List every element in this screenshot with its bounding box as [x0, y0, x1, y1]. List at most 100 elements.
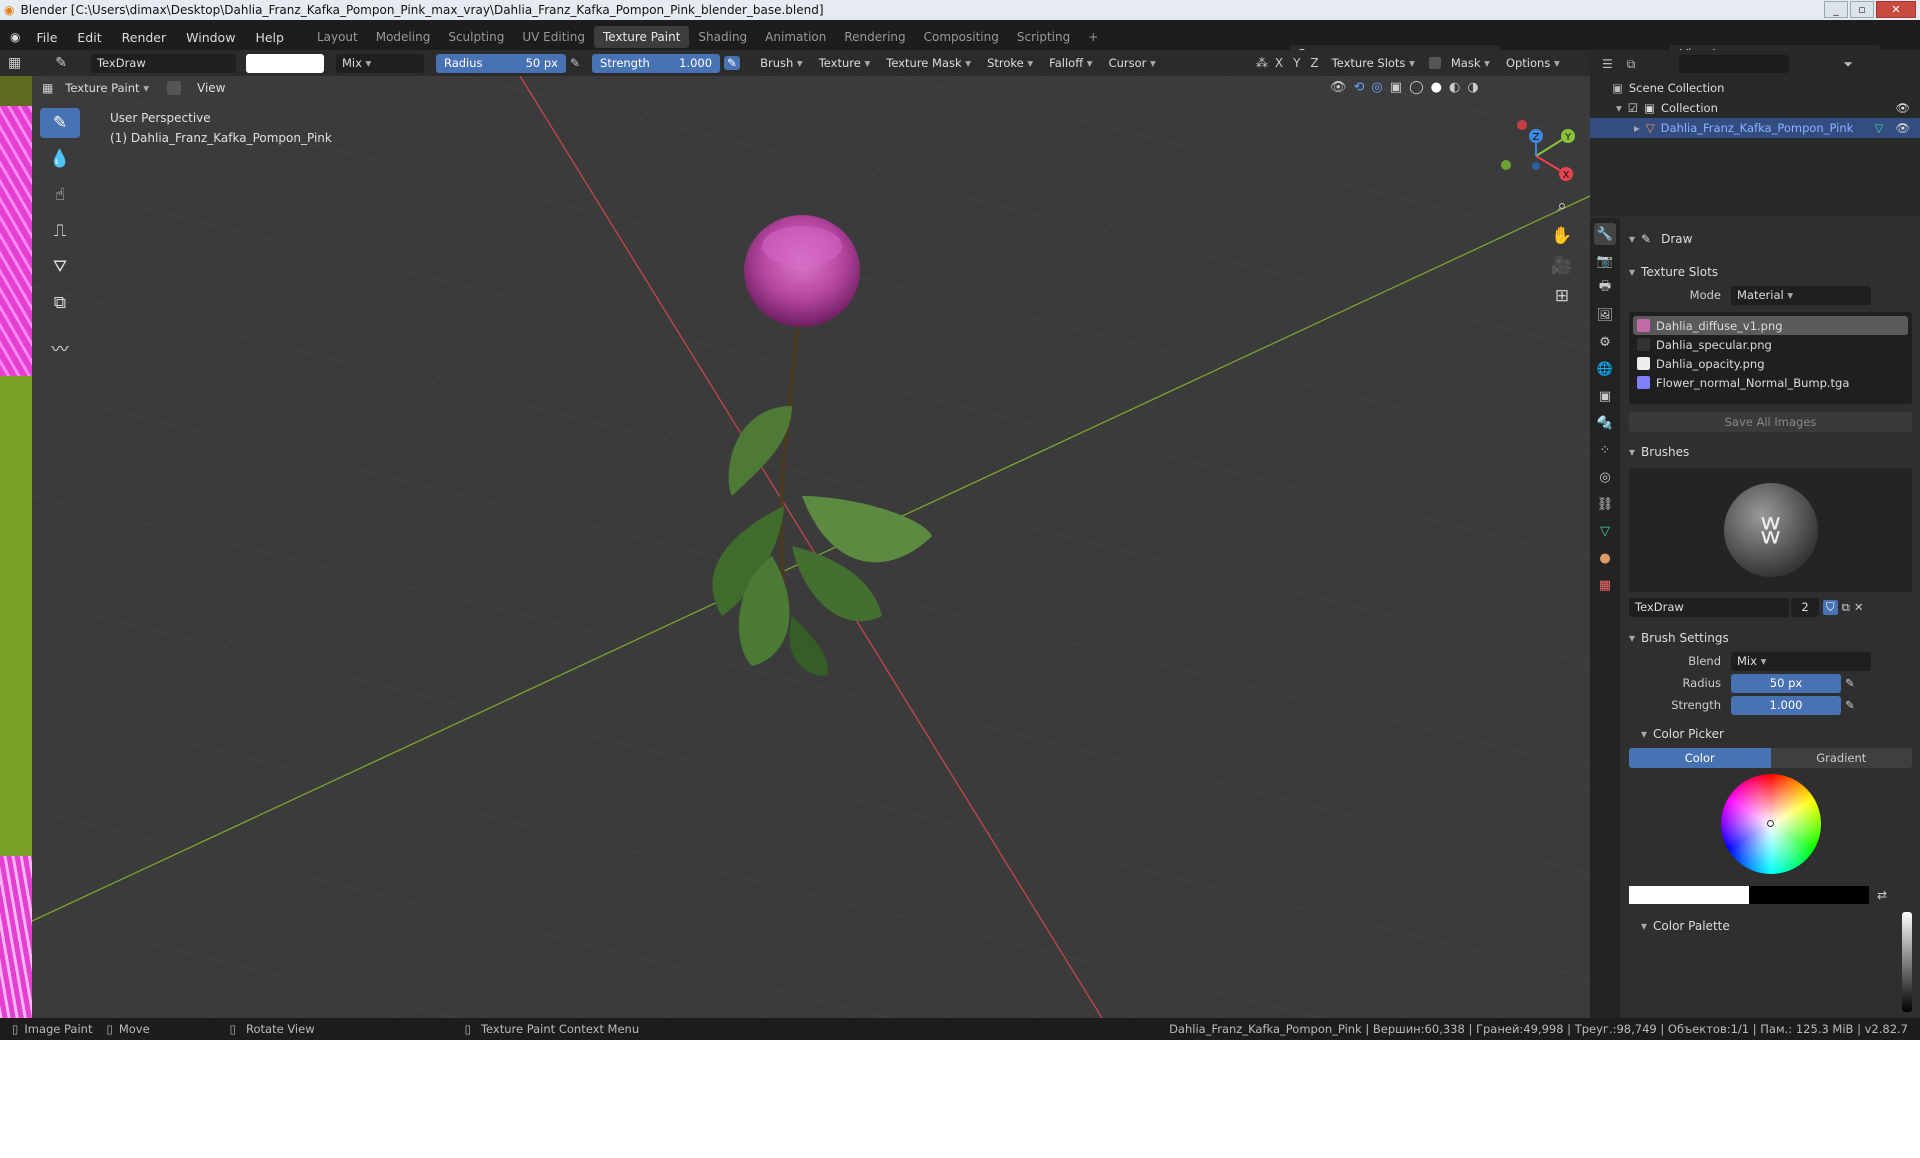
object-tab-icon[interactable]: ▣: [1594, 385, 1616, 407]
texture-paint-toggle[interactable]: [167, 81, 181, 95]
filter-icon[interactable]: ⏷: [1843, 57, 1853, 72]
editor-type-icon[interactable]: ▦: [8, 55, 21, 71]
strength-slider[interactable]: 1.000: [1731, 695, 1841, 715]
tab-compositing[interactable]: Compositing: [915, 26, 1008, 48]
secondary-color-swatch[interactable]: [1749, 886, 1869, 904]
primary-color-swatch[interactable]: [1629, 886, 1749, 904]
color-palette-section[interactable]: Color Palette: [1621, 914, 1920, 938]
stroke-menu[interactable]: Stroke: [981, 54, 1039, 73]
outliner-row-scene-collection[interactable]: ▣ Scene Collection: [1590, 78, 1920, 98]
tab-rendering[interactable]: Rendering: [835, 26, 914, 48]
physics-tab-icon[interactable]: ◎: [1594, 466, 1616, 488]
list-item[interactable]: Dahlia_specular.png: [1633, 335, 1908, 354]
color-wheel[interactable]: [1720, 774, 1821, 874]
xray-toggle-icon[interactable]: ▣: [1390, 80, 1402, 95]
menu-edit[interactable]: Edit: [67, 30, 111, 45]
view-menu[interactable]: View: [197, 81, 225, 95]
strength-pressure-icon[interactable]: ✎: [1845, 698, 1855, 712]
unlink-brush-icon[interactable]: ✕: [1854, 600, 1864, 614]
camera-view-icon[interactable]: 🎥: [1549, 253, 1575, 279]
particles-tab-icon[interactable]: ⁘: [1594, 439, 1616, 461]
mode-dropdown[interactable]: Material: [1731, 285, 1871, 305]
value-slider[interactable]: [1902, 912, 1912, 1012]
brush-menu[interactable]: Brush: [754, 54, 809, 73]
tab-shading[interactable]: Shading: [689, 26, 756, 48]
color-picker-section[interactable]: Color Picker: [1621, 722, 1920, 746]
expand-chevron-icon[interactable]: ▾: [1616, 101, 1622, 115]
tab-uv-editing[interactable]: UV Editing: [513, 26, 594, 48]
shading-wireframe-icon[interactable]: ◯: [1409, 80, 1424, 95]
duplicate-brush-icon[interactable]: ⧉: [1842, 600, 1850, 615]
outliner-search-input[interactable]: [1679, 55, 1790, 73]
texture-mask-menu[interactable]: Texture Mask: [880, 54, 977, 73]
collection-visibility-icon[interactable]: 👁: [1895, 101, 1910, 115]
tab-color[interactable]: Color: [1629, 748, 1771, 768]
pan-hand-icon[interactable]: ✋: [1549, 223, 1575, 249]
blend-dropdown[interactable]: Mix: [1731, 651, 1871, 671]
blend-dropdown[interactable]: Mix: [335, 53, 424, 73]
add-workspace-button[interactable]: +: [1079, 26, 1107, 48]
brush-icon[interactable]: ✎: [55, 55, 67, 71]
strength-pressure-icon[interactable]: ✎: [724, 56, 741, 70]
visibility-icon[interactable]: 👁: [1330, 80, 1347, 95]
maximize-button[interactable]: ▫: [1850, 1, 1874, 18]
shading-solid-icon[interactable]: ●: [1431, 80, 1442, 95]
overlays-toggle-icon[interactable]: ◎: [1371, 80, 1382, 95]
tab-texture-paint[interactable]: Texture Paint: [593, 26, 690, 48]
tab-gradient[interactable]: Gradient: [1770, 748, 1912, 768]
outliner-row-collection[interactable]: ▾ ☑ ▣ Collection 👁: [1590, 98, 1920, 118]
radius-slider[interactable]: Radius 50 px: [435, 53, 566, 73]
save-all-images-button[interactable]: Save All Images: [1629, 412, 1912, 432]
expand-chevron-icon[interactable]: ▸: [1634, 121, 1640, 135]
outliner-editor-icon[interactable]: ☰: [1602, 57, 1613, 71]
brush-name-input[interactable]: TexDraw: [1629, 597, 1789, 617]
brush-color-swatch[interactable]: [245, 53, 324, 73]
output-tab-icon[interactable]: 🖶: [1594, 277, 1616, 299]
minimize-button[interactable]: _: [1824, 1, 1848, 18]
outliner-row-object[interactable]: ▸ ▽ Dahlia_Franz_Kafka_Pompon_Pink ▽ 👁: [1590, 118, 1920, 138]
material-tab-icon[interactable]: ●: [1594, 547, 1616, 569]
annotate-tool-icon[interactable]: 〰: [40, 332, 80, 362]
fill-tool-icon[interactable]: ⛛: [40, 252, 80, 282]
view-layer-tab-icon[interactable]: 🖼: [1594, 304, 1616, 326]
falloff-menu[interactable]: Falloff: [1043, 54, 1098, 73]
mask-dropdown[interactable]: Mask: [1445, 54, 1496, 73]
collection-checkbox[interactable]: ☑: [1628, 101, 1638, 115]
texture-slots-section[interactable]: Texture Slots: [1621, 260, 1920, 284]
radius-slider[interactable]: 50 px: [1731, 673, 1841, 693]
symmetry-x-toggle[interactable]: X: [1272, 56, 1286, 70]
brush-settings-section[interactable]: Brush Settings: [1621, 626, 1920, 650]
tab-layout[interactable]: Layout: [308, 26, 367, 48]
brush-preview[interactable]: ʬ: [1629, 468, 1912, 592]
modifier-tab-icon[interactable]: 🔩: [1594, 412, 1616, 434]
brush-users-count[interactable]: 2: [1791, 597, 1819, 617]
mode-dropdown[interactable]: Texture Paint: [59, 79, 155, 98]
navigation-gizmo[interactable]: Y X Z: [1500, 116, 1580, 196]
menu-render[interactable]: Render: [112, 30, 177, 45]
symmetry-z-toggle[interactable]: Z: [1307, 56, 1321, 70]
clone-tool-icon[interactable]: ⎍: [40, 216, 80, 246]
tab-animation[interactable]: Animation: [756, 26, 835, 48]
texture-slots-popover[interactable]: Texture Slots: [1326, 54, 1421, 73]
radius-pressure-icon[interactable]: ✎: [1845, 676, 1855, 690]
smear-tool-icon[interactable]: ☝: [40, 180, 80, 210]
blender-menu-icon[interactable]: ◉: [10, 30, 20, 44]
shading-material-icon[interactable]: ◐: [1449, 80, 1460, 95]
tool-tab-icon[interactable]: 🔧: [1594, 223, 1616, 245]
options-dropdown[interactable]: Options: [1500, 54, 1566, 73]
ortho-toggle-icon[interactable]: ⊞: [1549, 283, 1575, 309]
symmetry-icon[interactable]: ⁂: [1256, 56, 1268, 70]
cursor-menu[interactable]: Cursor: [1103, 54, 1162, 73]
data-tab-icon[interactable]: ▽: [1594, 520, 1616, 542]
color-wheel-cursor[interactable]: [1766, 820, 1774, 827]
brush-name-field[interactable]: TexDraw: [90, 53, 236, 73]
display-mode-icon[interactable]: ⧉: [1627, 57, 1636, 72]
menu-window[interactable]: Window: [176, 30, 245, 45]
list-item[interactable]: Flower_normal_Normal_Bump.tga: [1633, 373, 1908, 392]
brushes-section[interactable]: Brushes: [1621, 440, 1920, 464]
soften-tool-icon[interactable]: 💧: [40, 144, 80, 174]
strength-slider[interactable]: Strength 1.000: [592, 53, 721, 73]
tab-sculpting[interactable]: Sculpting: [439, 26, 513, 48]
menu-help[interactable]: Help: [245, 30, 294, 45]
swap-colors-icon[interactable]: ⇄: [1877, 888, 1887, 902]
